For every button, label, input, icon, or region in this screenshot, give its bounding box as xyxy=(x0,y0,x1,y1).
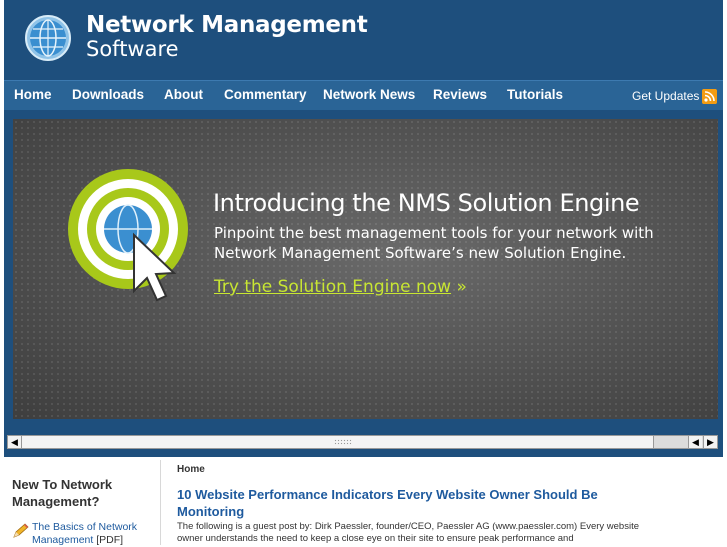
solution-engine-link-label[interactable]: Try the Solution Engine now xyxy=(214,277,451,297)
sidebar-link-tag: [PDF] xyxy=(96,534,124,546)
target-cursor-icon xyxy=(68,169,188,302)
scroll-left-icon[interactable]: ◀ xyxy=(8,436,22,448)
nav-item-reviews[interactable]: Reviews xyxy=(433,87,487,102)
promo-banner[interactable]: Introducing the NMS Solution Engine Pinp… xyxy=(13,119,718,419)
nav-item-home[interactable]: Home xyxy=(14,87,52,102)
get-updates-link[interactable]: Get Updates xyxy=(632,89,699,103)
banner-subline-2: Network Management Software’s new Soluti… xyxy=(214,244,627,262)
banner-subline: Pinpoint the best management tools for y… xyxy=(214,223,684,263)
globe-logo-icon[interactable] xyxy=(24,14,72,62)
site-logo-title[interactable]: Network Management xyxy=(86,12,368,38)
scroll-right-icon[interactable]: ▶ xyxy=(703,436,717,448)
scrollbar-thumb[interactable] xyxy=(22,436,654,448)
banner-headline: Introducing the NMS Solution Engine xyxy=(213,189,640,217)
site-logo-subtitle[interactable]: Software xyxy=(86,37,179,61)
pencil-icon xyxy=(13,523,29,538)
nav-item-tutorials[interactable]: Tutorials xyxy=(507,87,563,102)
basics-of-network-management-link[interactable]: The Basics of Network Management [PDF] xyxy=(32,521,157,547)
main-nav: Home Downloads About Commentary Network … xyxy=(4,80,723,110)
nav-item-commentary[interactable]: Commentary xyxy=(224,87,307,102)
banner-subline-1: Pinpoint the best management tools for y… xyxy=(214,224,654,242)
column-divider xyxy=(160,460,161,545)
scroll-left-end-icon[interactable]: ◀ xyxy=(688,436,702,448)
post-excerpt: The following is a guest post by: Dirk P… xyxy=(177,521,639,544)
rss-icon[interactable] xyxy=(702,89,717,104)
breadcrumb[interactable]: Home xyxy=(177,464,205,475)
solution-engine-link-arrow: » xyxy=(456,277,467,297)
scrollbar-grip xyxy=(334,439,352,445)
nav-item-about[interactable]: About xyxy=(164,87,203,102)
nav-item-downloads[interactable]: Downloads xyxy=(72,87,144,102)
sidebar-title: New To Network Management? xyxy=(12,477,113,509)
post-title-link[interactable]: 10 Website Performance Indicators Every … xyxy=(177,486,647,520)
solution-engine-link[interactable]: Try the Solution Engine now » xyxy=(214,277,467,297)
nav-item-network-news[interactable]: Network News xyxy=(323,87,415,102)
horizontal-scrollbar[interactable]: ◀ ◀ ▶ xyxy=(7,435,718,449)
